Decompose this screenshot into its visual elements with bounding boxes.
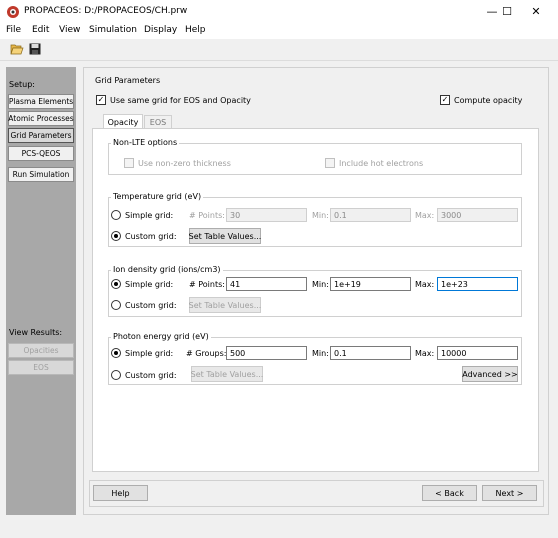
temperature-min-input[interactable]: 0.1	[330, 208, 411, 222]
temperature-simple-radio[interactable]	[111, 210, 121, 220]
compute-opacity-label: Compute opacity	[454, 96, 523, 105]
photon-min-input[interactable]: 0.1	[330, 346, 411, 360]
tab-eos-label: EOS	[149, 118, 167, 127]
sidebar-item-grid-parameters[interactable]: Grid Parameters	[8, 128, 74, 143]
sidebar-item-plasma-elements[interactable]: Plasma Elements	[8, 94, 74, 109]
toolbar	[0, 39, 558, 61]
nonzero-thickness-checkbox[interactable]	[124, 158, 134, 168]
tab-eos[interactable]: EOS	[144, 115, 172, 129]
temperature-custom-label: Custom grid:	[125, 232, 177, 241]
menu-bar	[0, 23, 558, 39]
tab-opacity[interactable]: Opacity	[103, 114, 143, 129]
folder-open-icon[interactable]	[10, 43, 24, 55]
setup-heading: Setup:	[9, 80, 35, 89]
menu-display[interactable]: Display	[144, 25, 177, 35]
sidebar: Setup: Plasma Elements Atomic Processes …	[6, 67, 76, 515]
save-icon[interactable]	[29, 43, 41, 55]
photon-min-label: Min:	[312, 349, 329, 358]
temperature-min-label: Min:	[312, 211, 329, 220]
photon-custom-label: Custom grid:	[125, 371, 177, 380]
results-heading: View Results:	[9, 328, 63, 337]
photon-set-table-button[interactable]: Set Table Values...	[191, 366, 263, 382]
photon-title: Photon energy grid (eV)	[111, 332, 211, 341]
hot-electrons-checkbox[interactable]	[325, 158, 335, 168]
nonlte-title: Non-LTE options	[111, 138, 180, 147]
temperature-max-label: Max:	[415, 211, 435, 220]
photon-simple-radio[interactable]	[111, 348, 121, 358]
ion-density-min-label: Min:	[312, 280, 329, 289]
menu-file[interactable]: File	[6, 25, 21, 35]
ion-density-simple-radio[interactable]	[111, 279, 121, 289]
ion-density-set-table-button[interactable]: Set Table Values...	[189, 297, 261, 313]
sidebar-item-atomic-processes[interactable]: Atomic Processes	[8, 111, 74, 126]
help-button[interactable]: Help	[93, 485, 148, 501]
menu-help[interactable]: Help	[185, 25, 206, 35]
ion-density-custom-label: Custom grid:	[125, 301, 177, 310]
compute-opacity-checkbox[interactable]: ✓	[440, 95, 450, 105]
nonzero-thickness-label: Use non-zero thickness	[138, 159, 231, 168]
temperature-set-table-button[interactable]: Set Table Values...	[189, 228, 261, 244]
section-title: Grid Parameters	[95, 76, 161, 85]
sidebar-item-opacities[interactable]: Opacities	[8, 343, 74, 358]
menu-view[interactable]: View	[59, 25, 80, 35]
temperature-title: Temperature grid (eV)	[111, 192, 204, 201]
photon-groups-input[interactable]: 500	[226, 346, 307, 360]
temperature-simple-label: Simple grid:	[125, 211, 174, 220]
use-same-grid-checkbox[interactable]: ✓	[96, 95, 106, 105]
tab-opacity-label: Opacity	[107, 117, 139, 127]
photon-max-label: Max:	[415, 349, 435, 358]
window-title: PROPACEOS: D:/PROPACEOS/CH.prw	[24, 6, 188, 16]
menu-edit[interactable]: Edit	[32, 25, 49, 35]
advanced-button[interactable]: Advanced >>	[462, 366, 518, 382]
sidebar-item-run-simulation[interactable]: Run Simulation	[8, 167, 74, 182]
sidebar-item-pcs-qeos[interactable]: PCS-QEOS	[8, 146, 74, 161]
ion-density-min-input[interactable]: 1e+19	[330, 277, 411, 291]
photon-groups-label: # Groups:	[186, 349, 227, 358]
ion-density-title: Ion density grid (ions/cm3)	[111, 265, 223, 274]
use-same-grid-label: Use same grid for EOS and Opacity	[110, 96, 251, 105]
temperature-points-label: # Points:	[189, 211, 225, 220]
hot-electrons-label: Include hot electrons	[339, 159, 424, 168]
next-button[interactable]: Next >	[482, 485, 537, 501]
temperature-max-input[interactable]: 3000	[437, 208, 518, 222]
temperature-custom-radio[interactable]	[111, 231, 121, 241]
ion-density-simple-label: Simple grid:	[125, 280, 174, 289]
ion-density-custom-radio[interactable]	[111, 300, 121, 310]
sidebar-item-eos[interactable]: EOS	[8, 360, 74, 375]
app-icon	[6, 5, 20, 19]
photon-max-input[interactable]: 10000	[437, 346, 518, 360]
photon-simple-label: Simple grid:	[125, 349, 174, 358]
ion-density-points-label: # Points:	[189, 280, 225, 289]
photon-custom-radio[interactable]	[111, 370, 121, 380]
temperature-points-input[interactable]: 30	[226, 208, 307, 222]
close-button[interactable]: ✕	[514, 0, 558, 23]
ion-density-points-input[interactable]: 41	[226, 277, 307, 291]
ion-density-max-label: Max:	[415, 280, 435, 289]
ion-density-max-input[interactable]: 1e+23	[437, 277, 518, 291]
menu-simulation[interactable]: Simulation	[89, 25, 137, 35]
back-button[interactable]: < Back	[422, 485, 477, 501]
